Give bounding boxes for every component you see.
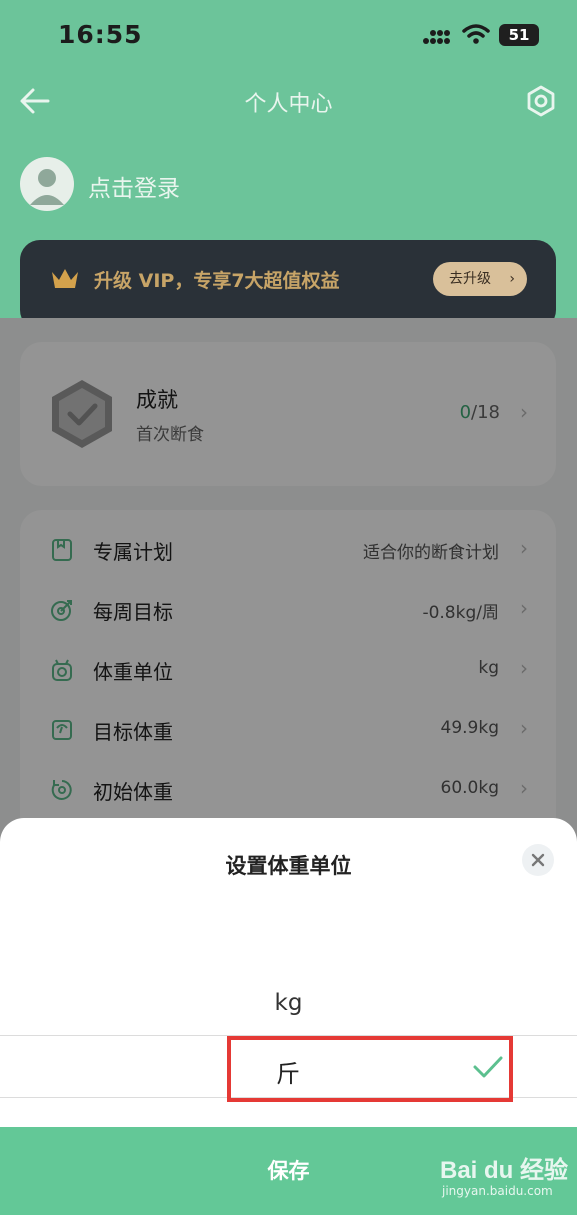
upgrade-button[interactable]: 去升级 › xyxy=(433,262,527,296)
sheet-title: 设置体重单位 xyxy=(225,854,352,878)
watermark-logo: Bai du 经验 xyxy=(440,1157,569,1184)
vip-promo-text: 升级 VIP，专享7大超值权益 xyxy=(94,270,340,292)
chevron-right-icon: › xyxy=(509,271,515,287)
status-time: 16:55 xyxy=(58,20,143,49)
selection-highlight-box xyxy=(227,1036,513,1102)
status-bar: 16:55 51 xyxy=(0,0,577,70)
upgrade-button-label: 去升级 xyxy=(449,271,491,287)
watermark-url: jingyan.baidu.com xyxy=(442,1184,553,1198)
wifi-icon xyxy=(462,24,490,44)
close-icon xyxy=(531,853,545,867)
login-link[interactable]: 点击登录 xyxy=(88,169,180,203)
close-button[interactable] xyxy=(522,844,554,876)
user-avatar-icon xyxy=(30,169,64,205)
battery-indicator: 51 xyxy=(499,24,539,46)
page-title: 个人中心 xyxy=(244,92,333,117)
gear-icon[interactable] xyxy=(524,84,558,118)
crown-icon xyxy=(52,269,78,288)
picker-option-kg[interactable]: kg xyxy=(0,990,577,1016)
vip-banner[interactable]: 升级 VIP，专享7大超值权益 去升级 › xyxy=(20,240,556,330)
baidu-jingyan-watermark: Bai du 经验 jingyan.baidu.com xyxy=(440,1150,570,1206)
cellular-signal-icon xyxy=(423,30,450,44)
avatar[interactable] xyxy=(20,157,74,211)
